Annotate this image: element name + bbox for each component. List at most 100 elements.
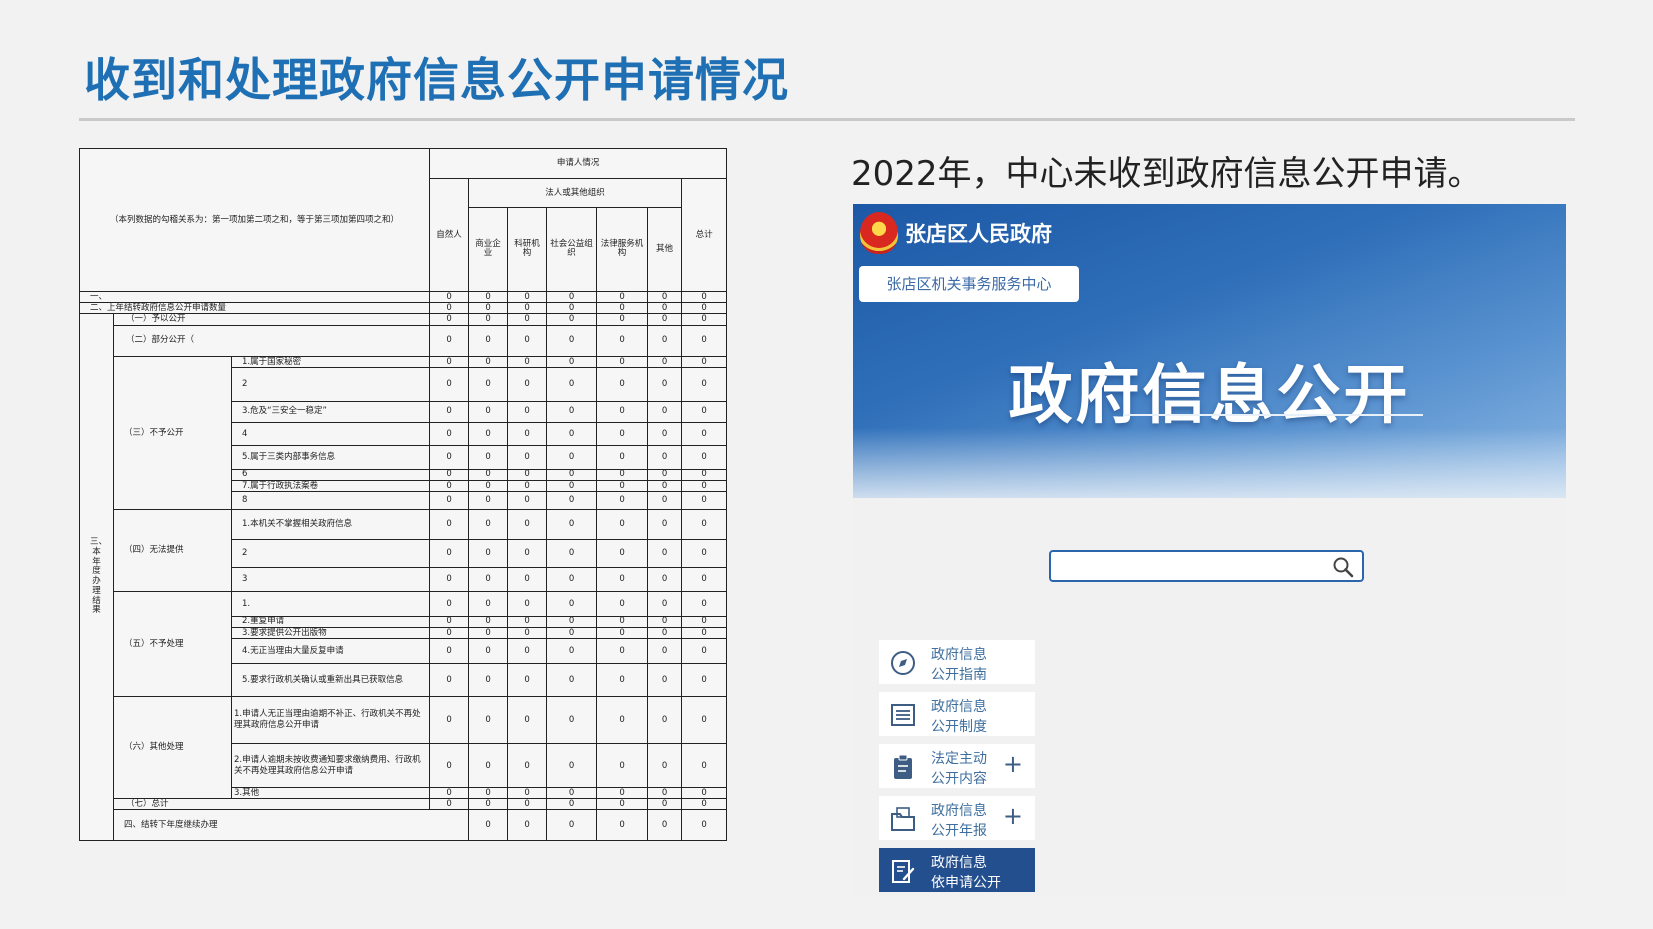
table-cell: 0 — [681, 538, 728, 568]
table-cell: 0 — [507, 479, 548, 492]
row-label: 4 — [230, 421, 431, 447]
table-cell: 0 — [546, 809, 598, 841]
table-cell: 0 — [507, 313, 548, 326]
table-cell: 0 — [429, 313, 470, 326]
table-cell: 0 — [429, 355, 470, 369]
row-label: 3.要求提供公开出版物 — [230, 626, 431, 639]
website-screenshot: 张店区人民政府 张店区机关事务服务中心 政府信息公开 政府信息 公开指南 政府信… — [853, 204, 1566, 897]
table-cell: 0 — [546, 798, 598, 811]
table-cell: 0 — [596, 445, 649, 470]
compass-icon — [891, 651, 915, 675]
menu-item-annual-report[interactable]: 政府信息 公开年报 + — [879, 796, 1035, 840]
table-cell: 0 — [647, 663, 683, 697]
table-cell: 0 — [468, 355, 509, 369]
row-label: 3.其他 — [230, 787, 431, 800]
table-cell: 0 — [596, 479, 649, 492]
table-cell: 0 — [507, 798, 548, 811]
table-cell: 0 — [546, 695, 598, 745]
table-cell: 0 — [681, 509, 728, 540]
menu-item-label: 公开指南 — [931, 667, 987, 683]
table-cell: 0 — [468, 743, 509, 789]
table-cell: 0 — [546, 302, 598, 315]
table-cell: 0 — [681, 291, 728, 304]
search-icon[interactable] — [1332, 556, 1354, 578]
table-cell: 0 — [429, 626, 470, 639]
header-commercial: 商业企业 — [468, 206, 509, 293]
table-cell: 0 — [468, 313, 509, 326]
title-divider — [79, 118, 1575, 121]
table-cell: 0 — [468, 400, 509, 423]
table-cell: 0 — [681, 490, 728, 511]
table-cell: 0 — [507, 324, 548, 357]
row-label: （二）部分公开（ — [112, 324, 431, 357]
table-cell: 0 — [681, 743, 728, 789]
org-name-chip[interactable]: 张店区机关事务服务中心 — [859, 266, 1079, 302]
table-cell: 0 — [596, 400, 649, 423]
table-cell: 0 — [596, 566, 649, 593]
table-cell: 0 — [429, 400, 470, 423]
row-label: 3.危及“三安全一稳定” — [230, 400, 431, 423]
table-cell: 0 — [681, 400, 728, 423]
table-cell: 0 — [429, 324, 470, 357]
menu-item-label: 政府信息 — [931, 699, 987, 715]
row-label: （七）总计 — [112, 798, 431, 811]
table-cell: 0 — [596, 637, 649, 665]
table-cell: 0 — [596, 743, 649, 789]
table-cell: 0 — [647, 538, 683, 568]
table-cell: 0 — [596, 490, 649, 511]
row-label: 1. — [230, 591, 431, 617]
header-other: 其他 — [647, 206, 683, 293]
table-cell: 0 — [546, 538, 598, 568]
list-icon — [891, 704, 915, 726]
table-cell: 0 — [429, 637, 470, 665]
table-cell: 0 — [468, 637, 509, 665]
report-table-container: （本列数据的勾稽关系为：第一项加第二项之和，等于第三项加第四项之和） 申请人情况… — [78, 147, 728, 841]
banner-title: 政府信息公开 — [1008, 359, 1411, 433]
menu-item-label: 政府信息 — [931, 647, 987, 663]
site-gov-name[interactable]: 张店区人民政府 — [905, 218, 1052, 248]
table-cell: 0 — [429, 291, 470, 304]
menu-item-label: 公开内容 — [931, 771, 987, 787]
table-cell: 0 — [596, 695, 649, 745]
menu-item-label: 政府信息 — [931, 803, 987, 819]
menu-item-label: 公开年报 — [931, 823, 987, 839]
menu-item-guide[interactable]: 政府信息 公开指南 — [879, 640, 1035, 684]
header-applicant: 申请人情况 — [429, 147, 728, 180]
table-cell: 0 — [429, 468, 470, 481]
table-cell: 0 — [546, 566, 598, 593]
site-banner: 张店区人民政府 张店区机关事务服务中心 政府信息公开 — [853, 204, 1566, 498]
table-cell: 0 — [647, 626, 683, 639]
group-label: （四）无法提供 — [113, 509, 232, 593]
table-cell: 0 — [596, 468, 649, 481]
row-label: 8 — [230, 490, 431, 511]
expand-plus-icon[interactable]: + — [1003, 752, 1023, 776]
table-cell: 0 — [546, 468, 598, 481]
table-cell: 0 — [468, 468, 509, 481]
expand-plus-icon[interactable]: + — [1003, 804, 1023, 828]
menu-item-statutory[interactable]: 法定主动 公开内容 + — [879, 744, 1035, 788]
row-label: 1.本机关不掌握相关政府信息 — [230, 509, 431, 540]
menu-item-on-request[interactable]: 政府信息 依申请公开 — [879, 848, 1035, 892]
table-cell: 0 — [681, 787, 728, 800]
table-cell: 0 — [429, 566, 470, 593]
header-research: 科研机构 — [507, 206, 548, 293]
row-label: 2.重复申请 — [230, 615, 431, 628]
table-cell: 0 — [507, 615, 548, 628]
row-label: 5.属于三类内部事务信息 — [230, 445, 431, 470]
table-cell: 0 — [429, 302, 470, 315]
table-cell: 0 — [681, 313, 728, 326]
table-cell: 0 — [596, 615, 649, 628]
table-cell: 0 — [468, 421, 509, 447]
table-cell: 0 — [647, 400, 683, 423]
table-cell: 0 — [468, 367, 509, 402]
table-cell: 0 — [647, 637, 683, 665]
table-cell: 0 — [681, 809, 728, 841]
table-cell: 0 — [468, 809, 509, 841]
table-cell: 0 — [596, 355, 649, 369]
menu-item-system[interactable]: 政府信息 公开制度 — [879, 692, 1035, 736]
table-cell: 0 — [546, 743, 598, 789]
table-cell: 0 — [647, 421, 683, 447]
group-label: （六）其他处理 — [113, 695, 232, 800]
side-menu: 政府信息 公开指南 政府信息 公开制度 法定主动 公开内容 + 政府信息 公开年… — [879, 640, 1035, 897]
search-input[interactable] — [1049, 550, 1364, 582]
